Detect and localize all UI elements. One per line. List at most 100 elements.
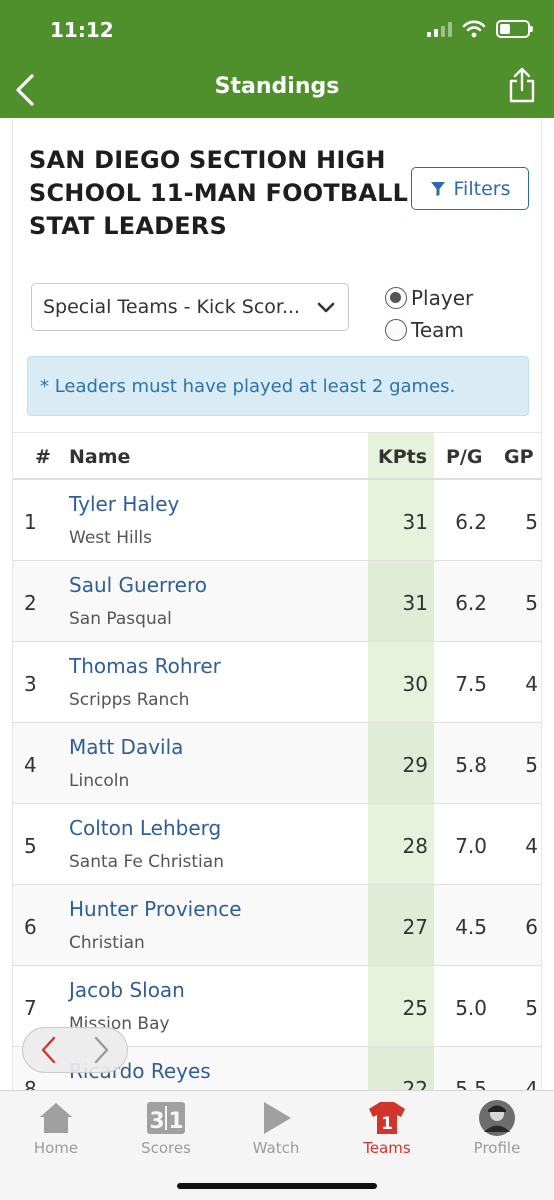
teams-badge: 1 [381,1114,393,1134]
school-name: Scripps Ranch [69,690,190,710]
radio-team-label: Team [411,318,464,342]
player-name-link[interactable]: Colton Lehberg [69,816,221,840]
tab-home[interactable]: Home [11,1099,101,1157]
table-row[interactable]: 1 Tyler Haley West Hills 31 6.2 5 [13,480,541,561]
header-pg[interactable]: P/G [446,446,482,468]
tab-scores-label: Scores [141,1139,191,1157]
row-pg: 6.2 [455,591,487,615]
table-header: # Name KPts P/G GP [13,432,541,480]
share-icon[interactable] [508,66,536,104]
row-rank: 8 [24,1077,37,1090]
chevron-right-icon [94,1036,109,1064]
row-pg: 7.5 [455,672,487,696]
tab-profile[interactable]: Profile [452,1099,542,1157]
row-gp: 5 [525,591,538,615]
row-rank: 7 [24,996,37,1020]
leaders-table: # Name KPts P/G GP 1 Tyler Haley West Hi… [13,432,541,1090]
battery-icon [496,20,533,38]
page-title: SAN DIEGO SECTION HIGH SCHOOL 11-MAN FOO… [29,146,409,240]
school-name: San Pasqual [69,609,172,629]
previous-page-button[interactable] [34,1035,64,1065]
row-pg: 5.8 [455,753,487,777]
row-pg: 5.5 [455,1077,487,1090]
next-page-button[interactable] [86,1035,116,1065]
avatar-icon [479,1100,515,1136]
header-gp[interactable]: GP [504,446,534,468]
row-rank: 2 [24,591,37,615]
row-gp: 6 [525,915,538,939]
table-row[interactable]: 2 Saul Guerrero San Pasqual 31 6.2 5 [13,561,541,642]
radio-button-checked[interactable] [385,287,407,309]
row-pg: 7.0 [455,834,487,858]
school-name: Lincoln [69,771,130,791]
filters-button[interactable]: Filters [411,167,529,210]
jersey-icon: 1 [369,1102,405,1134]
row-gp: 4 [525,672,538,696]
history-pager [22,1027,128,1073]
row-pg: 5.0 [455,996,487,1020]
row-gp: 4 [525,834,538,858]
row-pg: 6.2 [455,510,487,534]
tab-home-label: Home [33,1139,79,1157]
row-kpts: 25 [402,996,428,1020]
funnel-icon [430,181,445,196]
eligibility-note: * Leaders must have played at least 2 ga… [27,356,529,416]
player-name-link[interactable]: Matt Davila [69,735,183,759]
tab-scores[interactable]: 3 1 Scores [121,1099,211,1157]
svg-text:1: 1 [168,1109,183,1134]
chevron-down-icon [317,302,335,313]
svg-text:3: 3 [149,1109,164,1134]
row-kpts: 31 [402,510,428,534]
header-rank: # [35,446,51,468]
nav-title: Standings [214,74,340,99]
player-name-link[interactable]: Thomas Rohrer [69,654,221,678]
row-gp: 5 [525,996,538,1020]
row-kpts: 28 [402,834,428,858]
play-icon [264,1102,291,1134]
table-row[interactable]: 3 Thomas Rohrer Scripps Ranch 30 7.5 4 [13,642,541,723]
category-select[interactable]: Special Teams - Kick Scor... [31,283,349,331]
table-row[interactable]: 4 Matt Davila Lincoln 29 5.8 5 [13,723,541,804]
status-icons [427,20,533,38]
house-icon [40,1103,72,1133]
table-row[interactable]: 5 Colton Lehberg Santa Fe Christian 28 7… [13,804,541,885]
radio-team[interactable]: Team [385,314,473,346]
row-gp: 5 [525,753,538,777]
cellular-signal-icon [427,21,452,37]
row-rank: 6 [24,915,37,939]
tab-profile-label: Profile [473,1139,521,1157]
radio-player-label: Player [411,286,474,310]
scoreboard-icon: 3 1 [147,1102,185,1134]
row-rank: 4 [24,753,37,777]
school-name: Christian [69,933,145,953]
header-kpts[interactable]: KPts [378,446,427,468]
row-kpts: 31 [402,591,428,615]
player-name-link[interactable]: Hunter Provience [69,897,242,921]
row-rank: 1 [24,510,37,534]
radio-player[interactable]: Player [385,282,473,314]
player-name-link[interactable]: Jacob Sloan [69,978,185,1002]
row-kpts: 27 [402,915,428,939]
tab-watch[interactable]: Watch [231,1099,321,1157]
row-kpts: 29 [402,753,428,777]
table-row[interactable]: 6 Hunter Provience Christian 27 4.5 6 [13,885,541,966]
filters-label: Filters [453,177,511,200]
wifi-icon [462,20,486,38]
row-kpts: 22 [402,1077,428,1090]
chevron-left-icon [41,1036,56,1064]
row-rank: 5 [24,834,37,858]
row-pg: 4.5 [455,915,487,939]
row-gp: 5 [525,510,538,534]
player-name-link[interactable]: Saul Guerrero [69,573,207,597]
row-kpts: 30 [402,672,428,696]
row-rank: 3 [24,672,37,696]
school-name: West Hills [69,528,153,548]
tab-teams[interactable]: 1 Teams [342,1099,432,1157]
radio-button-unchecked[interactable] [385,319,407,341]
header-name: Name [69,446,131,468]
category-select-value: Special Teams - Kick Scor... [43,296,301,318]
player-team-toggle: Player Team [385,282,473,346]
home-indicator [177,1183,377,1189]
player-name-link[interactable]: Tyler Haley [69,492,179,516]
stat-leaders-panel: SAN DIEGO SECTION HIGH SCHOOL 11-MAN FOO… [12,118,542,1090]
